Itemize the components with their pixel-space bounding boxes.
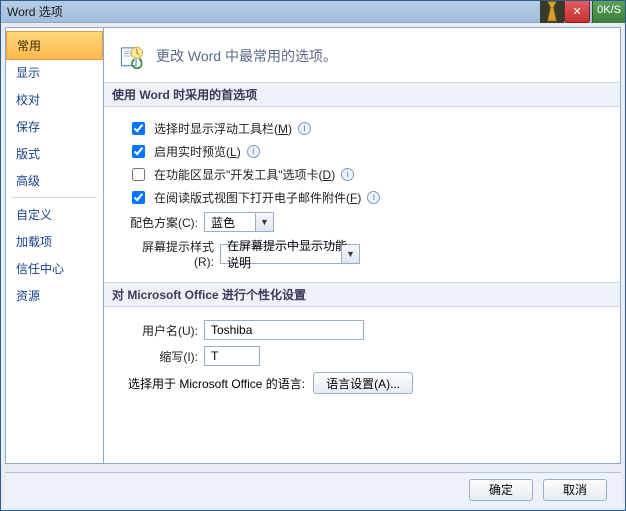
info-icon[interactable]: i bbox=[367, 191, 380, 204]
language-text: 选择用于 Microsoft Office 的语言: bbox=[128, 375, 305, 392]
opt-live-preview: 启用实时预览(L) i bbox=[118, 140, 604, 163]
tooltip-style-label: 屏幕提示样式(R): bbox=[128, 238, 220, 269]
titlebar: Word 选项 ✕ 0K/S bbox=[1, 1, 625, 23]
sidebar-item-trust[interactable]: 信任中心 bbox=[6, 255, 103, 282]
header-text: 更改 Word 中最常用的选项。 bbox=[156, 46, 337, 66]
sidebar-item-label: 显示 bbox=[16, 66, 40, 80]
tooltip-style-select[interactable]: 在屏幕提示中显示功能说明 ▼ bbox=[220, 244, 360, 264]
cancel-button[interactable]: 取消 bbox=[543, 479, 607, 501]
lamp-icon bbox=[540, 1, 564, 23]
sidebar-item-addins[interactable]: 加载项 bbox=[6, 228, 103, 255]
sidebar-item-layout[interactable]: 版式 bbox=[6, 140, 103, 167]
username-label: 用户名(U): bbox=[128, 322, 204, 339]
section-header-preferences: 使用 Word 时采用的首选项 bbox=[104, 82, 620, 107]
sidebar-item-label: 常用 bbox=[17, 39, 41, 53]
language-row: 选择用于 Microsoft Office 的语言: 语言设置(A)... bbox=[118, 369, 604, 397]
initials-input[interactable] bbox=[204, 346, 260, 366]
chevron-down-icon: ▼ bbox=[341, 245, 359, 263]
opt-label: 选择时显示浮动工具栏(M) bbox=[154, 120, 292, 137]
options-icon bbox=[118, 42, 146, 70]
sidebar-item-label: 加载项 bbox=[16, 235, 52, 249]
language-settings-button[interactable]: 语言设置(A)... bbox=[313, 372, 413, 394]
header-row: 更改 Word 中最常用的选项。 bbox=[118, 42, 604, 70]
checkbox-mini-toolbar[interactable] bbox=[132, 122, 145, 135]
opt-label: 在阅读版式视图下打开电子邮件附件(F) bbox=[154, 189, 361, 206]
sidebar-item-label: 自定义 bbox=[16, 208, 52, 222]
sidebar-item-resources[interactable]: 资源 bbox=[6, 282, 103, 309]
chevron-down-icon: ▼ bbox=[255, 213, 273, 231]
body-area: 常用 显示 校对 保存 版式 高级 自定义 加载项 信任中心 资源 bbox=[1, 23, 625, 468]
color-scheme-select[interactable]: 蓝色 ▼ bbox=[204, 212, 274, 232]
window-title: Word 选项 bbox=[7, 3, 63, 20]
ok-button[interactable]: 确定 bbox=[469, 479, 533, 501]
sidebar-item-label: 信任中心 bbox=[16, 262, 64, 276]
footer: 确定 取消 bbox=[5, 472, 621, 506]
initials-label: 缩写(I): bbox=[128, 348, 204, 365]
color-scheme-row: 配色方案(C): 蓝色 ▼ bbox=[118, 209, 604, 235]
sidebar: 常用 显示 校对 保存 版式 高级 自定义 加载项 信任中心 资源 bbox=[5, 27, 103, 464]
main-panel: 更改 Word 中最常用的选项。 使用 Word 时采用的首选项 选择时显示浮动… bbox=[103, 27, 621, 464]
opt-reading-attachments: 在阅读版式视图下打开电子邮件附件(F) i bbox=[118, 186, 604, 209]
info-icon[interactable]: i bbox=[341, 168, 354, 181]
info-icon[interactable]: i bbox=[298, 122, 311, 135]
checkbox-developer-tab[interactable] bbox=[132, 168, 145, 181]
opt-mini-toolbar: 选择时显示浮动工具栏(M) i bbox=[118, 117, 604, 140]
color-scheme-label: 配色方案(C): bbox=[128, 214, 204, 231]
sidebar-item-label: 版式 bbox=[16, 147, 40, 161]
close-button[interactable]: ✕ bbox=[564, 1, 590, 23]
tooltip-style-row: 屏幕提示样式(R): 在屏幕提示中显示功能说明 ▼ bbox=[118, 235, 604, 272]
username-row: 用户名(U): bbox=[118, 317, 604, 343]
select-value: 在屏幕提示中显示功能说明 bbox=[227, 237, 353, 271]
sidebar-item-label: 资源 bbox=[16, 289, 40, 303]
opt-developer-tab: 在功能区显示"开发工具"选项卡(D) i bbox=[118, 163, 604, 186]
titlebar-controls: ✕ 0K/S bbox=[540, 1, 625, 23]
sidebar-item-save[interactable]: 保存 bbox=[6, 113, 103, 140]
options-window: Word 选项 ✕ 0K/S 常用 显示 校对 保存 版式 高级 自定义 加载项… bbox=[0, 0, 626, 511]
section-header-personalize: 对 Microsoft Office 进行个性化设置 bbox=[104, 282, 620, 307]
opt-label: 在功能区显示"开发工具"选项卡(D) bbox=[154, 166, 335, 183]
sidebar-item-advanced[interactable]: 高级 bbox=[6, 167, 103, 194]
sidebar-item-proofing[interactable]: 校对 bbox=[6, 86, 103, 113]
sidebar-item-label: 校对 bbox=[16, 93, 40, 107]
initials-row: 缩写(I): bbox=[118, 343, 604, 369]
select-value: 蓝色 bbox=[211, 214, 235, 231]
opt-label: 启用实时预览(L) bbox=[154, 143, 241, 160]
sidebar-item-customize[interactable]: 自定义 bbox=[6, 201, 103, 228]
info-icon[interactable]: i bbox=[247, 145, 260, 158]
sidebar-item-general[interactable]: 常用 bbox=[6, 31, 103, 60]
sidebar-divider bbox=[12, 197, 97, 198]
network-speed-indicator: 0K/S bbox=[592, 1, 625, 23]
sidebar-item-display[interactable]: 显示 bbox=[6, 59, 103, 86]
checkbox-reading-attachments[interactable] bbox=[132, 191, 145, 204]
checkbox-live-preview[interactable] bbox=[132, 145, 145, 158]
username-input[interactable] bbox=[204, 320, 364, 340]
sidebar-item-label: 高级 bbox=[16, 174, 40, 188]
sidebar-item-label: 保存 bbox=[16, 120, 40, 134]
